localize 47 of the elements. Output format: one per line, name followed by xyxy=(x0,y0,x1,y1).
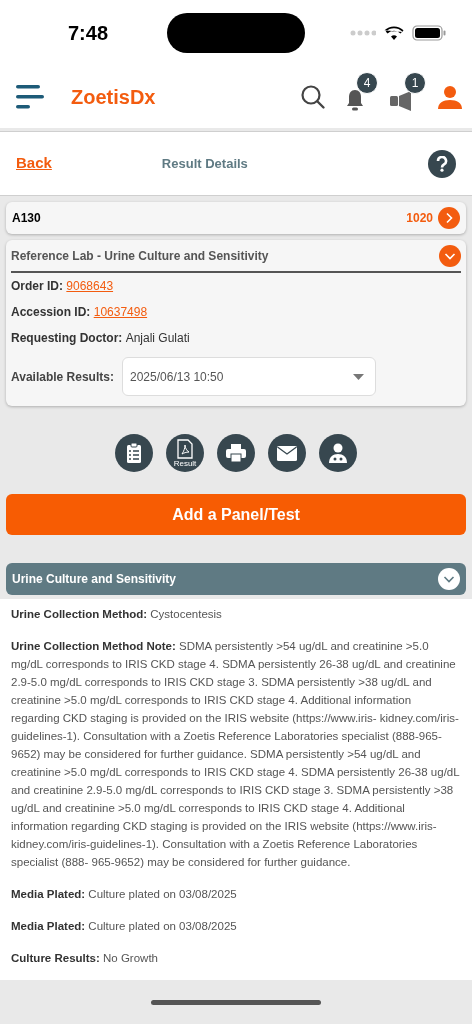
patient-card[interactable]: A130 1020 xyxy=(6,202,466,234)
add-panel-button[interactable]: Add a Panel/Test xyxy=(6,494,466,535)
signal-icon xyxy=(350,30,376,36)
patient-id: A130 xyxy=(12,210,41,227)
app-logo: ZoetisDx xyxy=(71,85,156,110)
patient-number: 1020 xyxy=(406,210,433,227)
chevron-right-icon[interactable] xyxy=(438,207,460,229)
email-button[interactable] xyxy=(268,434,306,472)
dropdown-caret-icon xyxy=(353,373,364,380)
search-icon[interactable] xyxy=(300,84,326,110)
order-link[interactable]: 9068643 xyxy=(66,279,114,293)
results-dropdown[interactable]: 2025/06/13 10:50 xyxy=(122,357,376,396)
printer-icon xyxy=(226,444,246,462)
doctor-button[interactable] xyxy=(319,434,357,472)
chevron-icon[interactable] xyxy=(438,568,460,590)
pdf-file-icon xyxy=(177,438,193,459)
results-label: Available Results: xyxy=(11,368,115,386)
pdf-result-button[interactable]: Result xyxy=(166,434,204,472)
chevron-icon[interactable] xyxy=(439,244,461,267)
checklist-button[interactable] xyxy=(115,434,153,472)
order-title: Reference Lab - Urine Culture and Sensitivity xyxy=(11,247,269,265)
envelope-icon xyxy=(277,445,297,461)
order-field: Accession ID: 10637498 xyxy=(11,303,148,321)
order-link[interactable]: 10637498 xyxy=(93,305,148,319)
wifi-icon xyxy=(384,25,404,41)
order-field: Requesting Doctor: Anjali Gulati xyxy=(11,329,190,347)
result-paragraph: Urine Collection Method: Cystocentesis xyxy=(11,607,223,622)
megaphone-icon[interactable] xyxy=(390,90,414,112)
bell-icon[interactable] xyxy=(344,88,366,112)
doctor-icon xyxy=(329,443,347,463)
page-title: Result Details xyxy=(161,154,248,173)
section-header[interactable]: Urine Culture and Sensitivity xyxy=(6,563,466,595)
notification-badge: 4 xyxy=(356,72,378,94)
result-paragraph: Culture Results: No Growth xyxy=(11,951,159,966)
status-time: 7:48 xyxy=(68,21,109,46)
help-icon[interactable] xyxy=(428,149,456,178)
user-icon[interactable] xyxy=(438,85,462,109)
menu-icon[interactable] xyxy=(16,84,44,110)
print-button[interactable] xyxy=(217,434,255,472)
announcement-badge: 1 xyxy=(404,72,426,94)
battery-icon xyxy=(412,25,446,41)
clipboard-checklist-icon xyxy=(126,442,142,464)
back-link[interactable]: Back xyxy=(16,152,52,175)
result-paragraph: Urine Collection Method Note: SDMA persistently >54 ug/dL and creatinine >5.0 mg/dL corresponds to IRIS CKD stage 4. SDMA persistently 26-38 ug/dL and creatinine 2.9-5.0 mg/dL corresponds to IRIS CKD stage 3. SDMA persistently >38 ug/dL and creatinine >5.0 mg/dL corresponds to IRIS CKD stage 4. Additional information regarding CKD staging is provided on the IRIS website (https://www.iris- kidney.com/iris-guidelines-1). Consultation with a Zoetis Reference Laboratories specialist (888-965-9652) may be considered for further guidance. SDMA persistently >54 ug/dL and creatinine >5.0 mg/dL corresponds to IRIS CKD stage 4. SDMA persistently 26-38 ug/dL and creatinine 2.9-5.0 mg/dL corresponds to IRIS CKD stage 3. SDMA persistently >38 ug/dL and creatinine >5.0 mg/dL corresponds to IRIS CKD stage 4. Additional information regarding CKD staging is provided on the IRIS website (https://www.iris-kidney.com/iris-guidelines-1). Consultation with a Zoetis Reference Laboratories specialist (888- 965-9652) may be considered for further guidance. xyxy=(11,639,461,870)
order-field: Order ID: 9068643 xyxy=(11,277,114,295)
result-paragraph: Media Plated: Culture plated on 03/08/2025 xyxy=(11,919,238,934)
result-paragraph: Media Plated: Culture plated on 03/08/2025 xyxy=(11,887,238,902)
